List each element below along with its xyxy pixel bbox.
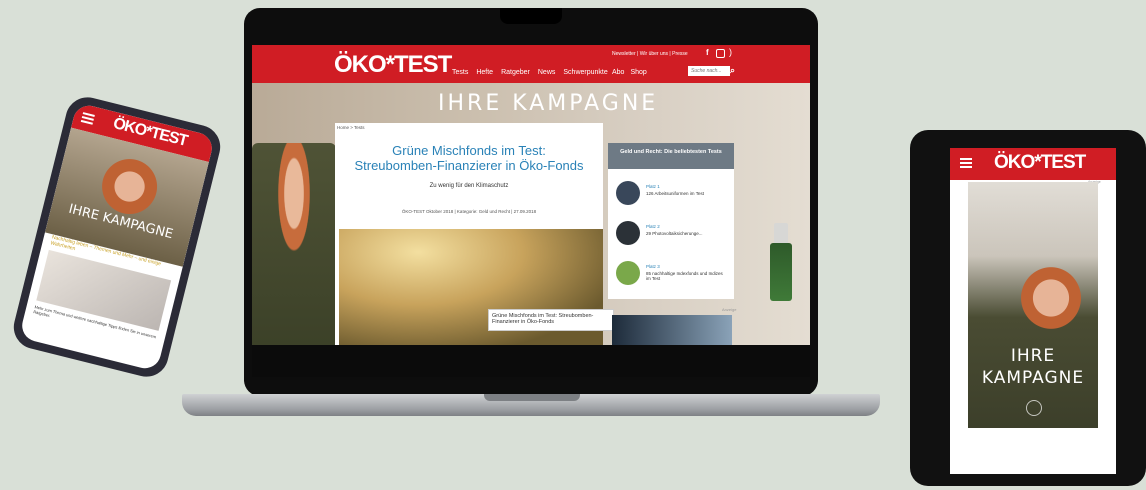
site-header: ÖKO*TEST Tests Hefte Ratgeber News Schwe…	[252, 45, 810, 83]
hands-icon	[1026, 400, 1042, 416]
bottle-image	[770, 243, 792, 301]
site-logo[interactable]: ÖKO*TEST	[334, 51, 452, 79]
ad-label: Anzeige	[722, 307, 737, 312]
nav-schwerpunkte[interactable]: Schwerpunkte	[563, 69, 607, 76]
nav-tests[interactable]: Tests	[452, 69, 468, 76]
nav-ratgeber[interactable]: Ratgeber	[501, 69, 530, 76]
tablet-logo[interactable]: ÖKO*TEST	[994, 152, 1086, 174]
article-title: Grüne Mischfonds im Test: Streubomben-Fi…	[335, 143, 603, 173]
article-subtitle: Zu wenig für den Klimaschutz	[429, 183, 509, 189]
sidebar-thumb	[616, 261, 640, 285]
tablet-campaign-line1: IHRE	[1010, 346, 1056, 366]
sidebar-rank: Platz 2	[646, 224, 660, 229]
sidebar-thumb	[616, 221, 640, 245]
rss-icon[interactable]: )	[729, 47, 732, 57]
bottle-cap	[774, 223, 788, 245]
search-icon[interactable]: ⌕	[730, 65, 735, 76]
main-nav: Tests Hefte Ratgeber News Schwerpunkte	[452, 69, 608, 76]
ad-image	[612, 315, 732, 345]
article-title-line2: Streubomben-Finanzierer in Öko-Fonds	[354, 158, 584, 173]
popular-sidebar: Geld und Recht: Die beliebtesten Tests P…	[608, 143, 734, 299]
menu-icon[interactable]	[960, 158, 972, 168]
sidebar-rank: Platz 1	[646, 184, 660, 189]
sidebar-title: Geld und Recht: Die beliebtesten Tests	[608, 143, 734, 169]
campaign-title: IHRE KAMPAGNE	[438, 91, 659, 116]
tablet-campaign-line2: KAMPAGNE	[981, 368, 1085, 388]
facebook-icon[interactable]: f	[706, 48, 709, 57]
tablet-header: ÖKO*TEST	[950, 148, 1116, 180]
sidebar-rank: Platz 3	[646, 264, 660, 269]
nav-news[interactable]: News	[538, 69, 556, 76]
nav-abo[interactable]: Abo	[612, 69, 624, 76]
menu-icon[interactable]	[80, 112, 95, 125]
article-meta: ÖKO-TEST Oktober 2018 | Kategorie: Geld …	[401, 209, 537, 214]
sidebar-thumb	[616, 181, 640, 205]
tablet-hero-face	[1016, 262, 1086, 334]
nav-right: Abo Shop	[612, 69, 647, 76]
top-links[interactable]: Newsletter | Wir über uns | Presse	[612, 51, 688, 57]
laptop-trackpad-notch	[484, 394, 580, 401]
article-title-line1: Grüne Mischfonds im Test:	[392, 143, 546, 158]
phone-screen: ÖKO*TEST IHRE KAMPAGNE Nachhaltig leben …	[18, 102, 216, 372]
sidebar-item-text: 29 Photovoltaiksicherunge...	[646, 231, 703, 236]
laptop-screen: ÖKO*TEST Tests Hefte Ratgeber News Schwe…	[252, 45, 810, 345]
nav-shop[interactable]: Shop	[630, 69, 646, 76]
sidebar-item-text: 85 nachhaltige Indexfonds und Indizes im…	[646, 271, 723, 281]
breadcrumb[interactable]: Home > Tests	[337, 125, 365, 130]
tablet-campaign-hero: IHRE KAMPAGNE	[968, 182, 1098, 428]
phone-frame: ÖKO*TEST IHRE KAMPAGNE Nachhaltig leben …	[9, 92, 225, 382]
search-input[interactable]: Suche nach...	[688, 66, 730, 76]
image-caption: Grüne Mischfonds im Test: Streubomben-Fi…	[488, 309, 614, 331]
instagram-icon[interactable]	[716, 49, 725, 58]
tablet-screen: ÖKO*TEST Anzeige IHRE KAMPAGNE	[950, 148, 1116, 474]
nav-hefte[interactable]: Hefte	[476, 69, 493, 76]
sidebar-item-text: 126 Arbeitsuniformen im Test	[646, 191, 704, 196]
laptop-camera-notch	[500, 8, 562, 24]
hero-woman-image	[252, 143, 336, 345]
laptop-screen-bezel	[252, 345, 810, 377]
